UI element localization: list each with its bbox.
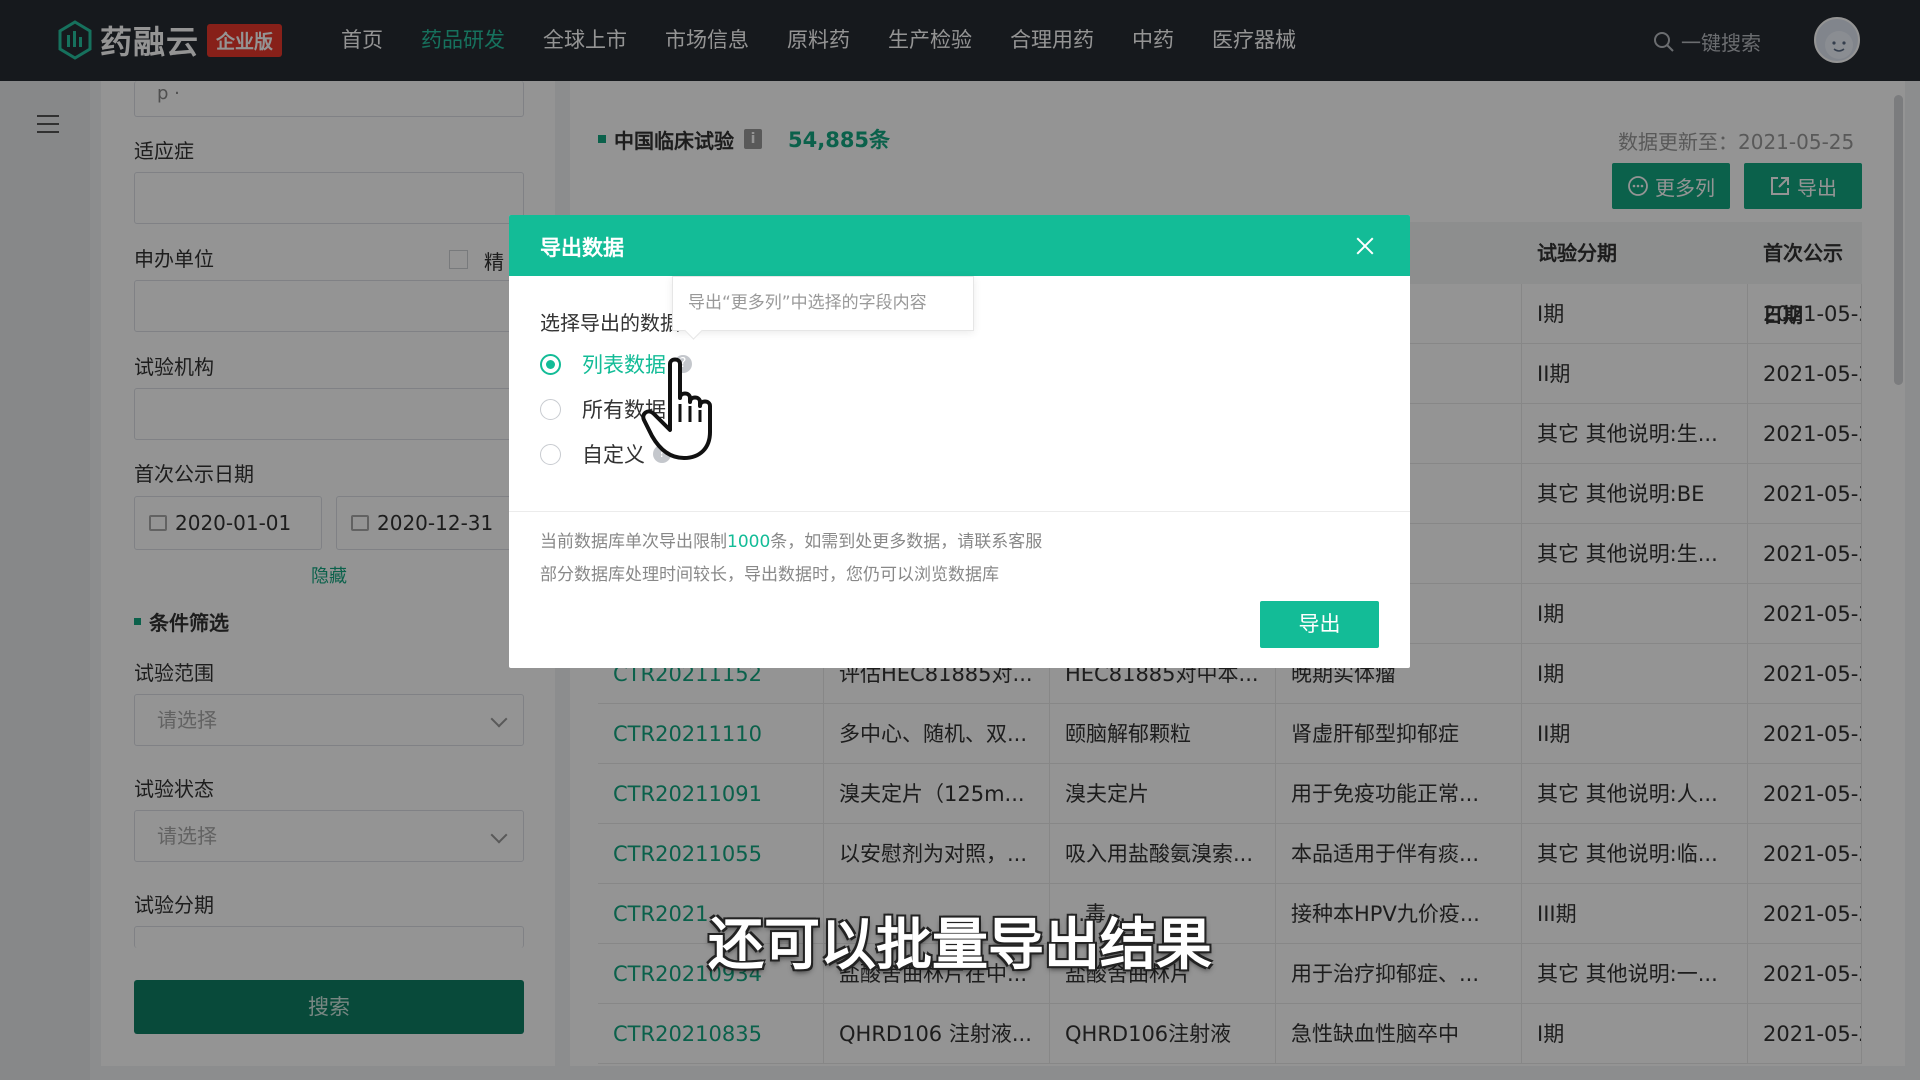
close-icon[interactable] — [1355, 236, 1375, 256]
radio-button[interactable] — [540, 353, 561, 375]
dialog-export-button[interactable]: 导出 — [1260, 601, 1379, 648]
choose-data-label: 选择导出的数据 — [540, 311, 680, 335]
export-limit-note: 当前数据库单次导出限制1000条，如需到处更多数据，请联系客服 — [540, 527, 1042, 552]
divider — [509, 511, 1410, 512]
dialog-header: 导出数据 — [509, 215, 1410, 276]
note-text: 当前数据库单次导出限制 — [540, 532, 727, 552]
radio-label: 自定义 — [582, 443, 645, 467]
hand-cursor-icon — [641, 357, 712, 460]
dialog-title: 导出数据 — [540, 236, 624, 260]
note-limit: 1000 — [727, 532, 771, 552]
radio-button[interactable] — [540, 443, 561, 465]
note-text: 条，如需到处更多数据，请联系客服 — [770, 532, 1043, 552]
video-subtitle: 还可以批量导出结果 — [708, 913, 1212, 978]
processing-note: 部分数据库处理时间较长，导出数据时，您仍可以浏览数据库 — [540, 565, 999, 585]
tooltip: 导出“更多列”中选择的字段内容 — [672, 276, 974, 331]
radio-button[interactable] — [540, 398, 561, 420]
